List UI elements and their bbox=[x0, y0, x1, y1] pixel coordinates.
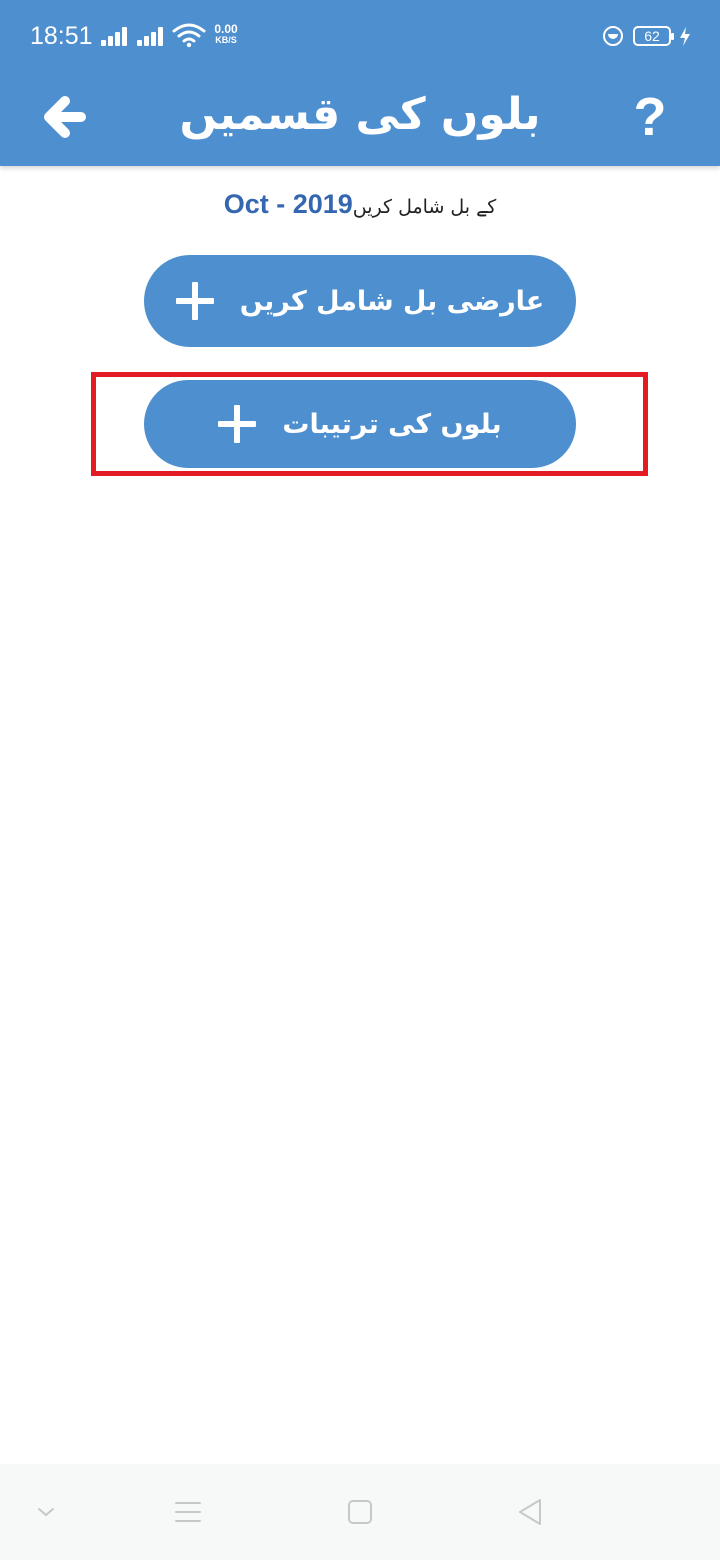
nav-home-button[interactable] bbox=[332, 1464, 388, 1560]
network-speed-value: 0.00 bbox=[214, 22, 238, 36]
nav-menu-button[interactable] bbox=[160, 1464, 216, 1560]
battery-level: 62 bbox=[644, 28, 660, 44]
back-button[interactable] bbox=[30, 82, 100, 152]
network-speed: 0.00 KB/S bbox=[211, 22, 241, 46]
app-notification-icon bbox=[603, 26, 623, 46]
bill-settings-label: بلوں کی ترتیبات bbox=[282, 408, 502, 440]
plus-icon bbox=[175, 282, 214, 320]
nav-back-button[interactable] bbox=[502, 1464, 558, 1560]
add-temporary-bill-button[interactable]: عارضی بل شامل کریں bbox=[144, 255, 576, 347]
status-bar: 18:51 0.00 KB/S 62 bbox=[0, 0, 720, 72]
header: 18:51 0.00 KB/S 62 بلوں کی قسمیں ? bbox=[0, 0, 720, 166]
period-suffix: کے بل شامل کریں bbox=[352, 196, 497, 218]
back-triangle-icon bbox=[519, 1499, 541, 1525]
signal-icon bbox=[137, 26, 167, 46]
plus-icon bbox=[218, 405, 257, 443]
charging-icon bbox=[680, 27, 690, 46]
page-title: بلوں کی قسمیں bbox=[179, 89, 541, 140]
screen: 18:51 0.00 KB/S 62 بلوں کی قسمیں ? Oct -… bbox=[0, 0, 720, 1560]
period-heading: Oct - 2019کے بل شامل کریں bbox=[0, 184, 720, 224]
add-temporary-bill-label: عارضی بل شامل کریں bbox=[239, 285, 545, 317]
chevron-down-icon bbox=[38, 1508, 54, 1517]
navigation-bar bbox=[0, 1464, 720, 1560]
battery-icon: 62 bbox=[633, 26, 674, 46]
home-icon bbox=[348, 1500, 372, 1524]
nav-chevron-down-button[interactable] bbox=[20, 1464, 72, 1560]
wifi-icon bbox=[172, 23, 206, 48]
menu-icon bbox=[175, 1502, 201, 1522]
network-speed-unit: KB/S bbox=[215, 35, 237, 45]
period-label: Oct - 2019 bbox=[223, 189, 353, 219]
signal-icon bbox=[101, 26, 131, 46]
arrow-left-icon bbox=[44, 96, 86, 138]
status-time: 18:51 bbox=[30, 22, 93, 50]
help-button[interactable]: ? bbox=[620, 80, 680, 154]
app-bar: بلوں کی قسمیں ? bbox=[0, 72, 720, 166]
bill-settings-button[interactable]: بلوں کی ترتیبات bbox=[144, 380, 576, 468]
